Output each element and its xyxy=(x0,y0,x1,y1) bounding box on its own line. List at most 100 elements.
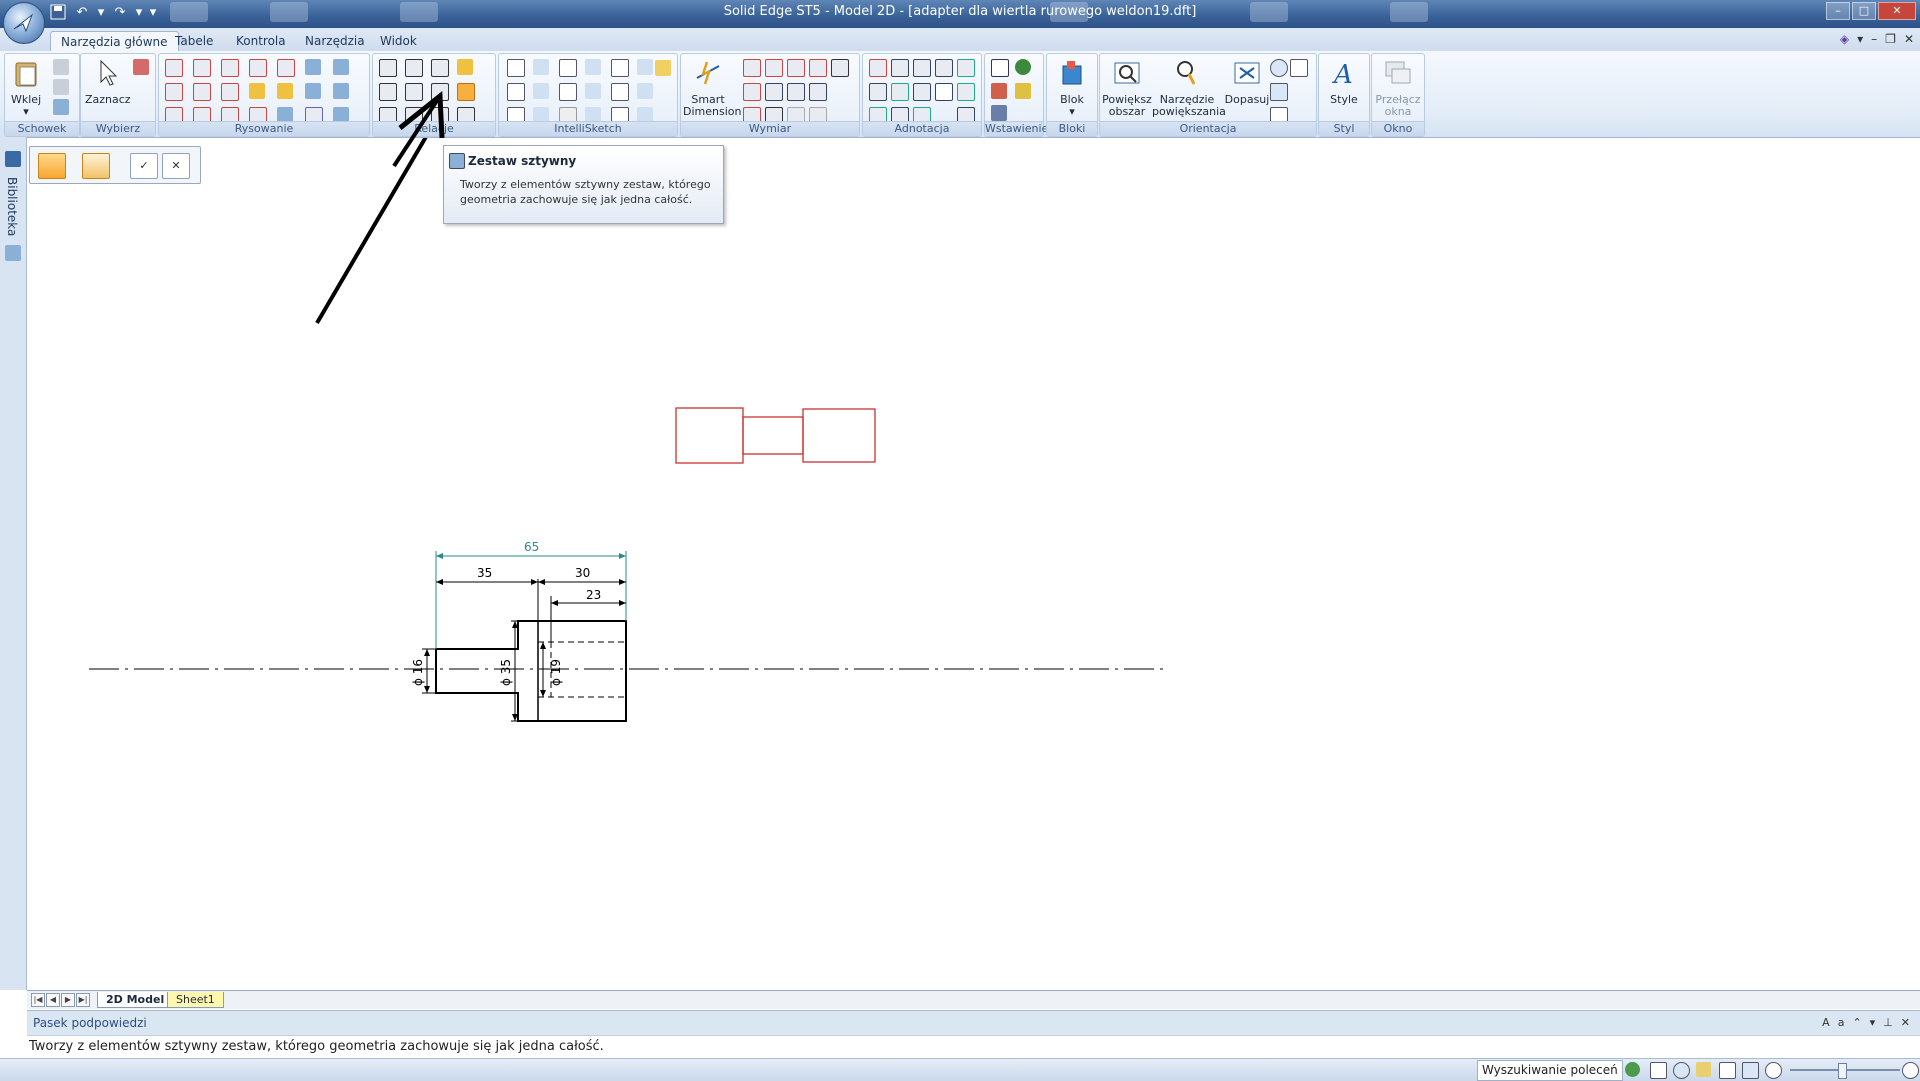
sheet-tab-2d-model[interactable]: 2D Model xyxy=(97,992,174,1008)
part-outline[interactable] xyxy=(435,620,627,722)
coordinate-dimension-icon[interactable] xyxy=(787,59,805,77)
image-icon[interactable] xyxy=(991,83,1007,99)
select-elements-icon[interactable] xyxy=(82,153,110,179)
datum-frame-icon[interactable] xyxy=(891,83,909,101)
move-icon[interactable] xyxy=(333,59,349,75)
help-icon[interactable]: ◈ xyxy=(1840,32,1849,46)
library-icon[interactable] xyxy=(5,151,21,167)
symbol-icon[interactable] xyxy=(991,105,1007,121)
dim-text-dia19[interactable]: ϕ 19 xyxy=(549,659,563,686)
callout-icon[interactable] xyxy=(891,59,909,77)
checkbox-icon[interactable] xyxy=(507,59,525,77)
text-icon[interactable] xyxy=(991,59,1009,77)
rectangle-icon[interactable] xyxy=(165,83,183,101)
smart-dimension-button[interactable]: Smart Dimension xyxy=(683,58,741,118)
dim-text-overall[interactable]: 65 xyxy=(524,540,539,554)
checkbox-icon[interactable] xyxy=(507,83,525,101)
attach-dimension-icon[interactable] xyxy=(787,83,805,101)
lock-icon[interactable] xyxy=(457,59,473,75)
zoom-area-icon[interactable] xyxy=(1650,1062,1667,1079)
text-box-icon[interactable] xyxy=(935,83,953,101)
customize-toolbar-icon[interactable]: ▾ xyxy=(148,4,158,22)
tab-narzedzia[interactable]: Narzędzia xyxy=(295,31,375,51)
intellisketch-options-icon[interactable] xyxy=(655,60,671,76)
first-sheet-icon[interactable]: |◀ xyxy=(31,993,45,1007)
drawing-canvas[interactable]: 65 35 30 23 ϕ 16 ϕ 35 ϕ 19 xyxy=(27,101,1920,990)
next-sheet-icon[interactable]: ▶ xyxy=(61,993,75,1007)
zoom-out-icon[interactable] xyxy=(1765,1062,1782,1079)
chamfer-dimension-icon[interactable] xyxy=(765,83,783,101)
select-button[interactable]: Zaznacz xyxy=(85,58,131,106)
dim-text-dia35[interactable]: ϕ 35 xyxy=(499,659,513,686)
pan-icon[interactable] xyxy=(1742,1062,1759,1079)
midpoint-icon[interactable] xyxy=(533,83,549,99)
command-search-field[interactable]: Wyszukiwanie poleceń xyxy=(1477,1060,1623,1081)
center-point-icon[interactable] xyxy=(585,59,601,75)
red-sketch[interactable] xyxy=(675,407,876,464)
drawing-sheet[interactable]: 65 35 30 23 ϕ 16 ϕ 35 ϕ 19 xyxy=(27,101,1920,990)
arc-icon[interactable] xyxy=(193,59,211,77)
close-icon[interactable]: ✕ xyxy=(1901,1016,1910,1029)
checkbox-icon[interactable] xyxy=(611,83,629,101)
vertical-icon[interactable] xyxy=(637,59,653,75)
cut-icon[interactable] xyxy=(53,59,69,75)
last-sheet-icon[interactable]: ▶| xyxy=(76,993,90,1007)
dimensions[interactable] xyxy=(422,551,627,722)
angular-coordinate-icon[interactable] xyxy=(809,59,827,77)
perpendicular-snap-icon[interactable] xyxy=(637,83,653,99)
dim-text-30[interactable]: 30 xyxy=(575,566,590,580)
tab-tabele[interactable]: Tabele xyxy=(165,31,223,51)
refresh-icon[interactable] xyxy=(1625,1062,1640,1077)
tab-kontrola[interactable]: Kontrola xyxy=(226,31,296,51)
curve-icon[interactable] xyxy=(249,59,267,77)
sheet-tab-sheet1[interactable]: Sheet1 xyxy=(167,992,224,1008)
rigid-set-mode-icon[interactable] xyxy=(38,153,66,179)
document-minimize-button[interactable]: – xyxy=(1871,32,1877,46)
maximize-button[interactable]: □ xyxy=(1852,2,1876,20)
line-icon[interactable] xyxy=(165,59,183,77)
center-mark-icon[interactable] xyxy=(957,83,975,101)
switch-window-button[interactable]: Przełącz okna xyxy=(1374,58,1422,118)
arc-3-point-icon[interactable] xyxy=(193,83,211,101)
tab-widok[interactable]: Widok xyxy=(370,31,427,51)
collapse-icon[interactable]: ⌃ xyxy=(1852,1016,1861,1029)
previous-sheet-icon[interactable]: ◀ xyxy=(46,993,60,1007)
zoom-in-icon[interactable] xyxy=(1902,1062,1919,1079)
paste-button[interactable]: Wklej ▾ xyxy=(11,58,41,118)
document-restore-button[interactable]: ❐ xyxy=(1885,32,1896,46)
document-close-button[interactable]: ✕ xyxy=(1904,32,1914,46)
accept-icon[interactable]: ✓ xyxy=(130,153,158,179)
copy-attributes-icon[interactable] xyxy=(809,83,827,101)
dropdown-arrow-icon[interactable]: ▾ xyxy=(1870,1016,1876,1029)
cancel-icon[interactable]: ✕ xyxy=(162,153,190,179)
tangent-arc-icon[interactable] xyxy=(221,59,239,77)
undo-icon[interactable]: ↶ xyxy=(72,4,92,22)
hatch-icon[interactable] xyxy=(305,59,321,75)
redo-dropdown-icon[interactable]: ▾ xyxy=(134,4,144,22)
parallel-icon[interactable] xyxy=(405,59,423,77)
checkbox-icon[interactable] xyxy=(611,59,629,77)
zoom-icon[interactable] xyxy=(1270,59,1288,77)
dimension-style-icon[interactable] xyxy=(831,59,849,77)
block-button[interactable]: Blok ▾ xyxy=(1055,58,1089,118)
leader-icon[interactable] xyxy=(869,59,887,77)
help-dropdown-icon[interactable]: ▾ xyxy=(1857,32,1863,46)
increase-font-icon[interactable]: A xyxy=(1822,1016,1830,1029)
tab-narzedzia-glowne[interactable]: Narzędzia główne xyxy=(50,31,179,52)
redo-icon[interactable]: ↷ xyxy=(110,4,130,22)
sketch-rect-right[interactable] xyxy=(802,408,876,463)
part-profile[interactable] xyxy=(435,620,627,722)
undo-dropdown-icon[interactable]: ▾ xyxy=(96,4,106,22)
fit-button[interactable]: Dopasuj xyxy=(1224,58,1270,106)
weld-symbol-icon[interactable] xyxy=(935,59,953,77)
copy-icon[interactable] xyxy=(53,79,69,95)
balloon-icon[interactable] xyxy=(913,59,931,77)
layers-icon[interactable] xyxy=(5,245,21,261)
library-tab[interactable]: Biblioteka xyxy=(5,177,19,236)
edge-condition-icon[interactable] xyxy=(957,59,975,77)
rigid-set-icon[interactable] xyxy=(457,83,475,101)
concentric-icon[interactable] xyxy=(431,59,449,77)
fillet-icon[interactable] xyxy=(277,59,295,77)
pin-icon[interactable]: ⊥ xyxy=(1883,1016,1893,1029)
sketch-rect-middle[interactable] xyxy=(742,416,804,455)
